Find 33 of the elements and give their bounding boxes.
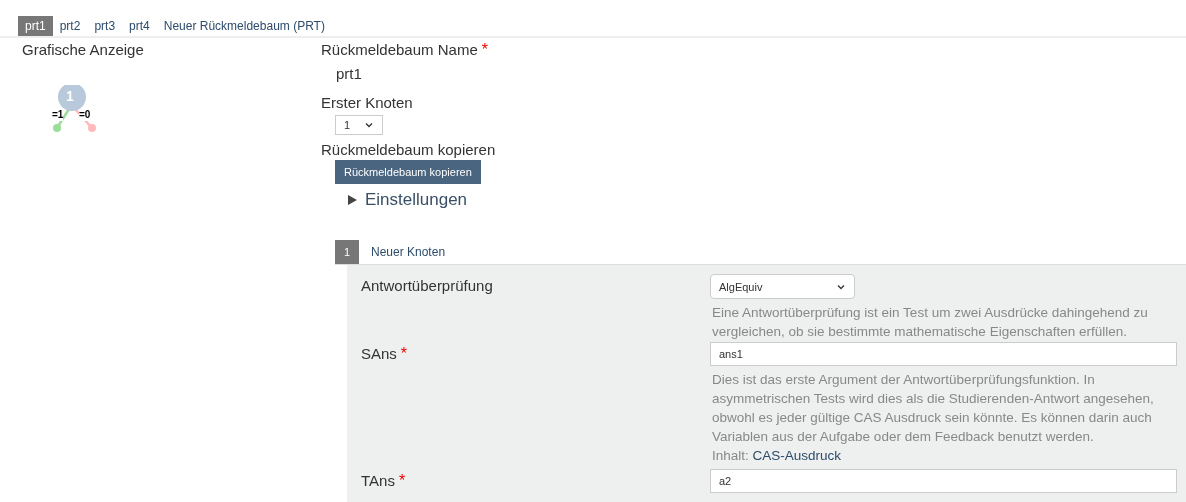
- tab[interactable]: prt2: [52, 16, 88, 36]
- content-label: Inhalt:: [712, 448, 749, 463]
- field-label: TAns: [361, 472, 395, 489]
- node-number-badge: 1: [335, 240, 359, 264]
- field-label: Antwortüberprüfung: [361, 277, 493, 294]
- first-node-select[interactable]: 1: [335, 115, 383, 135]
- settings-toggle[interactable]: Einstellungen: [348, 190, 468, 210]
- false-label: =0: [79, 109, 91, 121]
- node-title: Neuer Knoten: [371, 244, 446, 261]
- field-label: Rückmeldebaum Name: [321, 41, 478, 58]
- node-number: 1: [66, 87, 74, 106]
- required-mark: *: [400, 345, 408, 362]
- tab[interactable]: Neuer Rückmeldebaum (PRT): [156, 16, 332, 36]
- tab[interactable]: prt4: [122, 16, 157, 36]
- tab[interactable]: prt1: [18, 16, 53, 36]
- content-link[interactable]: CAS-Ausdruck: [752, 448, 842, 463]
- field-label: SAns: [361, 345, 397, 362]
- input-field[interactable]: ans1: [710, 342, 1177, 366]
- required-mark: *: [398, 472, 406, 489]
- field-label: Rückmeldebaum kopieren: [321, 140, 497, 160]
- copy-button[interactable]: Rückmeldebaum kopieren: [335, 160, 481, 184]
- true-label: =1: [52, 109, 64, 121]
- section-title: Grafische Anzeige: [22, 40, 145, 60]
- triangle-icon: [348, 195, 357, 205]
- required-mark: *: [481, 41, 488, 58]
- help-text: Eine Antwortüberprüfung ist ein Test um zwei Ausdrücke dahingehend zu vergleichen, ob sie bestimmte mathematische Eigenschaften erfüllen.: [711, 304, 1149, 341]
- prt-name-value: prt1: [335, 64, 363, 84]
- chevron-down-icon: [364, 120, 374, 130]
- tab[interactable]: prt3: [87, 16, 123, 36]
- input-field[interactable]: a2: [710, 469, 1177, 493]
- test-select[interactable]: AlgEquiv: [710, 274, 855, 299]
- help-text: Dies ist das erste Argument der Antwortüberprüfungsfunktion. In asymmetrischen Tests wird dies als die Studierenden-Antwort angesehen, obwohl es jeder gültige CAS Ausdruck sein könnte. Es können darin auch Variablen aus der Aufgabe oder dem Feedback benutzt werden.: [711, 371, 1155, 446]
- field-label: Erster Knoten: [321, 93, 414, 113]
